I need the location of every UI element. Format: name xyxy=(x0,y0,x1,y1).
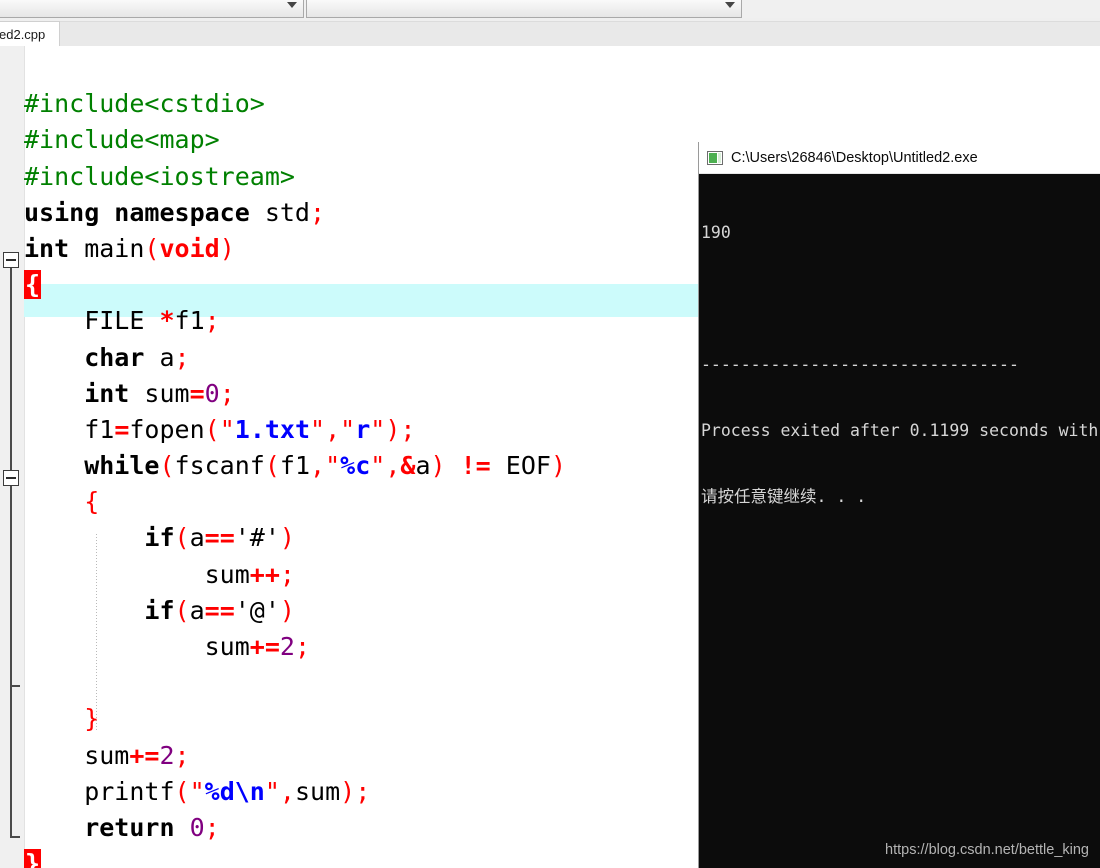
tabstrip-empty-area xyxy=(60,21,1100,47)
console-line-output: 190 xyxy=(701,223,731,242)
code-line: { xyxy=(24,487,100,517)
console-app-icon xyxy=(707,150,723,165)
tab-label: ed2.cpp xyxy=(0,27,46,42)
console-titlebar[interactable]: C:\Users\26846\Desktop\Untitled2.exe xyxy=(699,142,1100,174)
fold-collapse-icon[interactable] xyxy=(3,252,19,268)
chevron-down-icon xyxy=(725,2,735,8)
class-browser-combo[interactable] xyxy=(0,0,304,18)
console-line-exit-status: Process exited after 0.1199 seconds with xyxy=(701,421,1099,440)
console-window[interactable]: C:\Users\26846\Desktop\Untitled2.exe 190… xyxy=(698,142,1100,868)
fold-end-tick xyxy=(11,836,20,838)
code-line: using namespace std; xyxy=(24,197,326,227)
code-line: return 0; xyxy=(24,812,220,842)
fold-collapse-icon[interactable] xyxy=(3,470,19,486)
code-line: #include<cstdio> xyxy=(24,89,265,119)
tab-untitled2-cpp[interactable]: ed2.cpp xyxy=(0,21,60,47)
code-line: if(a=='#') xyxy=(24,523,295,553)
toolbar-row xyxy=(0,0,1100,20)
code-line: if(a=='@') xyxy=(24,595,295,625)
member-browser-combo[interactable] xyxy=(306,0,742,18)
code-line: #include<map> xyxy=(24,125,220,155)
code-text[interactable]: #include<cstdio> #include<map> #include<io… xyxy=(24,46,700,868)
matching-brace-open: { xyxy=(24,270,42,300)
editor-tabstrip: ed2.cpp xyxy=(0,18,1100,47)
console-output[interactable]: 190 -------------------------------- Pro… xyxy=(699,174,1100,868)
code-line-current: { xyxy=(24,267,700,303)
console-line-press-any-key: 请按任意键继续. . . xyxy=(701,487,867,506)
code-line: #include<iostream> xyxy=(24,161,295,191)
console-title: C:\Users\26846\Desktop\Untitled2.exe xyxy=(731,149,978,166)
code-line: int sum=0; xyxy=(24,378,235,408)
console-line-separator: -------------------------------- xyxy=(701,355,1019,374)
code-line: } xyxy=(24,846,700,868)
code-line: sum+=2; xyxy=(24,632,311,662)
code-line: while(fscanf(f1,"%c",&a) != EOF) xyxy=(24,451,567,481)
matching-brace-close: } xyxy=(24,849,42,868)
console-line-blank xyxy=(701,288,1100,310)
watermark: https://blog.csdn.net/bettle_king xyxy=(885,842,1089,858)
fold-spine xyxy=(10,260,12,838)
code-line: f1=fopen("1.txt","r"); xyxy=(24,414,416,444)
code-line: printf("%d\n",sum); xyxy=(24,776,371,806)
code-line: char a; xyxy=(24,342,190,372)
editor-gutter[interactable] xyxy=(0,46,25,868)
code-line: } xyxy=(24,704,100,734)
code-line: FILE *f1; xyxy=(24,306,220,336)
chevron-down-icon xyxy=(287,2,297,8)
fold-branch-tick xyxy=(11,685,20,687)
code-line: int main(void) xyxy=(24,233,235,263)
code-line: sum++; xyxy=(24,559,295,589)
code-line: sum+=2; xyxy=(24,740,190,770)
